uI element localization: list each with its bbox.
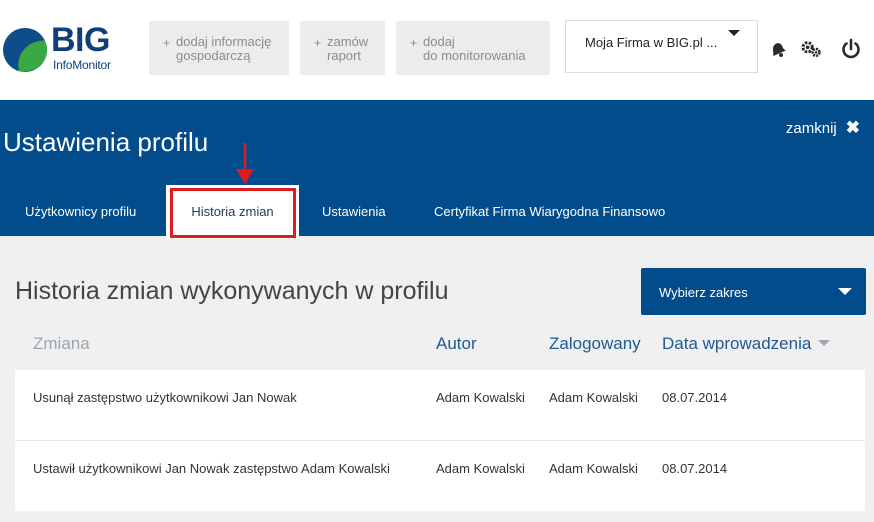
plus-icon: +	[314, 36, 322, 50]
cell-change: Ustawił użytkownikowi Jan Nowak zastępst…	[33, 461, 390, 476]
cell-author: Adam Kowalski	[436, 390, 525, 405]
add-to-monitoring-label: dodaj do monitorowania	[423, 34, 526, 63]
red-highlight-annotation	[170, 188, 296, 238]
profile-settings-header: Ustawienia profilu zamknij ✖ Użytkownicy…	[0, 100, 874, 239]
tab-settings[interactable]: Ustawienia	[322, 196, 386, 236]
tab-certificate[interactable]: Certyfikat Firma Wiarygodna Finansowo	[434, 196, 665, 236]
cell-logged-in: Adam Kowalski	[549, 390, 638, 405]
column-header-logged-in[interactable]: Zalogowany	[549, 334, 641, 354]
sort-descending-icon[interactable]	[818, 340, 830, 346]
column-header-author[interactable]: Autor	[436, 334, 477, 354]
close-button[interactable]: zamknij ✖	[786, 118, 860, 138]
company-select[interactable]: Moja Firma w BIG.pl ...	[565, 20, 758, 73]
column-header-change: Zmiana	[33, 334, 90, 353]
chevron-down-icon	[838, 288, 852, 295]
cell-date: 08.07.2014	[662, 390, 728, 405]
company-select-value: Moja Firma w BIG.pl ...	[585, 35, 718, 50]
tab-profile-users[interactable]: Użytkownicy profilu	[25, 196, 136, 236]
red-arrow-annotation	[236, 143, 254, 184]
logo-mark	[3, 28, 47, 72]
history-section-title: Historia zmian wykonywanych w profilu	[15, 277, 449, 305]
cell-date: 08.07.2014	[662, 461, 728, 476]
add-business-info-label: dodaj informację gospodarczą	[176, 34, 272, 63]
add-business-info-button[interactable]: + dodaj informację gospodarczą	[149, 21, 289, 75]
plus-icon: +	[163, 36, 171, 50]
gear-icon[interactable]	[800, 38, 822, 60]
close-label: zamknij	[785, 119, 837, 137]
column-header-date[interactable]: Data wprowadzenia	[662, 334, 811, 354]
cell-logged-in: Adam Kowalski	[549, 461, 638, 476]
select-range-dropdown[interactable]: Wybierz zakres	[641, 268, 866, 315]
page-title: Ustawienia profilu	[3, 127, 209, 157]
order-report-button[interactable]: + zamów raport	[300, 21, 385, 75]
close-icon: ✖	[845, 118, 860, 137]
add-to-monitoring-button[interactable]: + dodaj do monitorowania	[396, 21, 550, 75]
order-report-label: zamów raport	[327, 34, 369, 63]
big-infomonitor-logo[interactable]: BIG InfoMonitor	[3, 22, 115, 74]
chevron-down-icon	[728, 30, 740, 36]
cell-author: Adam Kowalski	[436, 461, 525, 476]
history-table: Usunął zastępstwo użytkownikowi Jan Nowa…	[15, 370, 865, 511]
bell-icon[interactable]	[767, 38, 789, 60]
power-icon[interactable]	[840, 38, 862, 60]
table-row: Ustawił użytkownikowi Jan Nowak zastępst…	[15, 440, 865, 510]
cell-change: Usunął zastępstwo użytkownikowi Jan Nowa…	[33, 390, 297, 405]
logo-sub-text: InfoMonitor	[53, 58, 111, 72]
plus-icon: +	[410, 36, 418, 50]
top-bar: BIG InfoMonitor + dodaj informację gospo…	[0, 0, 874, 100]
table-row: Usunął zastępstwo użytkownikowi Jan Nowa…	[15, 370, 865, 440]
select-range-label: Wybierz zakres	[659, 285, 748, 300]
logo-brand-text: BIG	[51, 21, 110, 59]
